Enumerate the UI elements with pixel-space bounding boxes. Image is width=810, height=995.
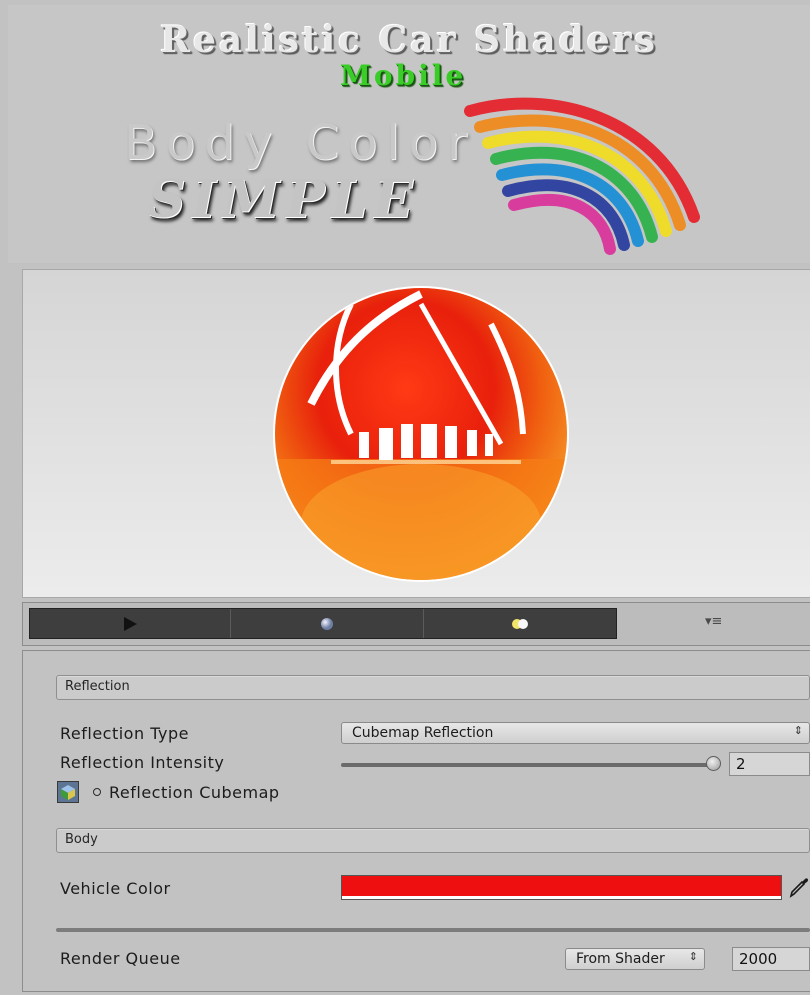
cubemap-icon bbox=[58, 782, 78, 802]
preview-sphere bbox=[273, 286, 569, 582]
banner-badge: SIMPLE bbox=[148, 169, 419, 230]
play-button[interactable] bbox=[30, 609, 230, 638]
cubemap-thumbnail[interactable] bbox=[57, 781, 79, 803]
preview-toolbar: ▾≡ bbox=[22, 602, 810, 646]
material-preview[interactable] bbox=[22, 269, 810, 598]
reflection-intensity-slider[interactable] bbox=[341, 763, 715, 767]
render-queue-value-field[interactable]: 2000 bbox=[732, 947, 810, 971]
reflection-intensity-label: Reflection Intensity bbox=[60, 753, 225, 772]
play-icon bbox=[124, 616, 137, 631]
preview-mode-strip bbox=[29, 608, 617, 639]
eyedropper-icon[interactable] bbox=[788, 875, 810, 899]
vehicle-color-field[interactable] bbox=[341, 875, 782, 900]
material-properties-panel: Reflection Reflection Type Cubemap Refle… bbox=[22, 650, 810, 992]
material-inspector-window: Realistic Car Shaders Mobile Body Color … bbox=[8, 5, 810, 995]
reflection-type-label: Reflection Type bbox=[60, 724, 189, 743]
banner-subtitle: Mobile bbox=[339, 59, 467, 92]
body-section-label: Body bbox=[65, 832, 98, 847]
reflection-section-header[interactable]: Reflection bbox=[56, 675, 810, 700]
object-picker-icon[interactable] bbox=[93, 788, 101, 796]
reflection-intensity-field[interactable]: 2 bbox=[729, 752, 810, 776]
rainbow-graphic bbox=[464, 97, 700, 255]
reflection-section-label: Reflection bbox=[65, 679, 130, 694]
shader-banner: Realistic Car Shaders Mobile Body Color … bbox=[8, 5, 810, 263]
vehicle-color-label: Vehicle Color bbox=[60, 879, 171, 898]
render-queue-label: Render Queue bbox=[60, 949, 181, 968]
render-queue-mode-dropdown[interactable]: From Shader ⇕ bbox=[565, 948, 705, 970]
slider-handle[interactable] bbox=[705, 756, 721, 771]
dual-light-icon bbox=[512, 618, 528, 629]
dropdown-arrow-icon: ⇕ bbox=[793, 724, 803, 737]
reflection-cubemap-label: Reflection Cubemap bbox=[109, 783, 280, 802]
dropdown-arrow-icon: ⇕ bbox=[688, 950, 698, 963]
reflection-type-value: Cubemap Reflection bbox=[352, 725, 494, 741]
body-section-header[interactable]: Body bbox=[56, 828, 810, 853]
dropdown-menu-icon[interactable]: ▾≡ bbox=[705, 614, 722, 629]
preview-lights-button[interactable] bbox=[424, 609, 616, 638]
banner-heading: Body Color bbox=[124, 115, 476, 171]
light-sphere-icon bbox=[321, 617, 333, 630]
reflection-type-dropdown[interactable]: Cubemap Reflection ⇕ bbox=[341, 722, 810, 744]
section-divider bbox=[56, 928, 810, 932]
preview-shape-button[interactable] bbox=[231, 609, 423, 638]
banner-title: Realistic Car Shaders bbox=[160, 19, 658, 61]
render-queue-mode-value: From Shader bbox=[576, 951, 665, 967]
